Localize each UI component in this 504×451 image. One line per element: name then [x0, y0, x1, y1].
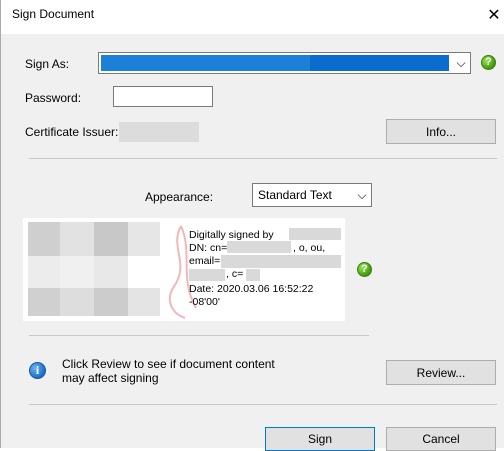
review-button[interactable]: Review... [386, 360, 496, 385]
preview-line-2-suffix: , o, ou, [293, 242, 326, 254]
appearance-help-icon[interactable]: ? [357, 262, 372, 277]
sign-as-dropdown[interactable]: ⌵ [98, 52, 471, 74]
sign-as-label: Sign As: [25, 57, 70, 71]
title-bar: Sign Document ✕ [1, 0, 504, 34]
redacted-block [94, 256, 128, 288]
review-note-line-2: may affect signing [62, 371, 159, 385]
certificate-issuer-label-text: Certificate Issuer: [25, 125, 119, 139]
chevron-down-icon: ⌵ [357, 187, 367, 202]
preview-line-2: DN: cn= [189, 242, 228, 254]
cancel-button[interactable]: Cancel [386, 427, 496, 451]
info-icon: i [29, 362, 46, 379]
redacted-block [28, 222, 60, 256]
appearance-dropdown[interactable]: Standard Text ⌵ [252, 183, 372, 207]
sign-button[interactable]: Sign [265, 427, 375, 451]
redacted-block [60, 222, 94, 256]
close-icon[interactable]: ✕ [484, 7, 504, 27]
sign-as-help-icon[interactable]: ? [481, 55, 496, 70]
preview-line-4: , c= [226, 268, 244, 280]
password-label: Password: [25, 91, 82, 105]
dialog-title: Sign Document [12, 7, 95, 21]
appearance-label: Appearance: [145, 190, 214, 204]
redacted-block [28, 256, 60, 288]
password-input[interactable] [113, 86, 213, 107]
appearance-selected-value: Standard Text [258, 188, 332, 202]
divider [29, 335, 369, 336]
review-note-line-1: Click Review to see if document content [62, 357, 275, 371]
info-button[interactable]: Info... [386, 119, 496, 144]
chevron-down-icon: ⌵ [456, 55, 466, 70]
divider [29, 404, 497, 405]
redacted-block [28, 288, 60, 316]
redacted-country [246, 269, 260, 281]
redacted-email [221, 255, 341, 268]
redacted-cn [227, 241, 291, 253]
sign-as-selected-value [101, 55, 449, 71]
preview-line-3: email= [189, 255, 221, 267]
sign-document-dialog: Sign Document ✕ Sign As: ⌵ ? Password: C… [0, 0, 504, 451]
redacted-field [189, 269, 225, 281]
redacted-block [60, 256, 94, 288]
signature-preview: Digitally signed by DN: cn= , o, ou, ema… [23, 218, 345, 321]
preview-line-5: Date: 2020.03.06 16:52:22 [189, 283, 314, 295]
redacted-name [289, 228, 341, 240]
redacted-block [94, 222, 128, 256]
certificate-issuer-value [119, 122, 199, 142]
redacted-block [94, 288, 128, 316]
preview-line-6: -08'00' [189, 296, 220, 308]
divider [29, 158, 497, 159]
redacted-block [60, 288, 94, 316]
